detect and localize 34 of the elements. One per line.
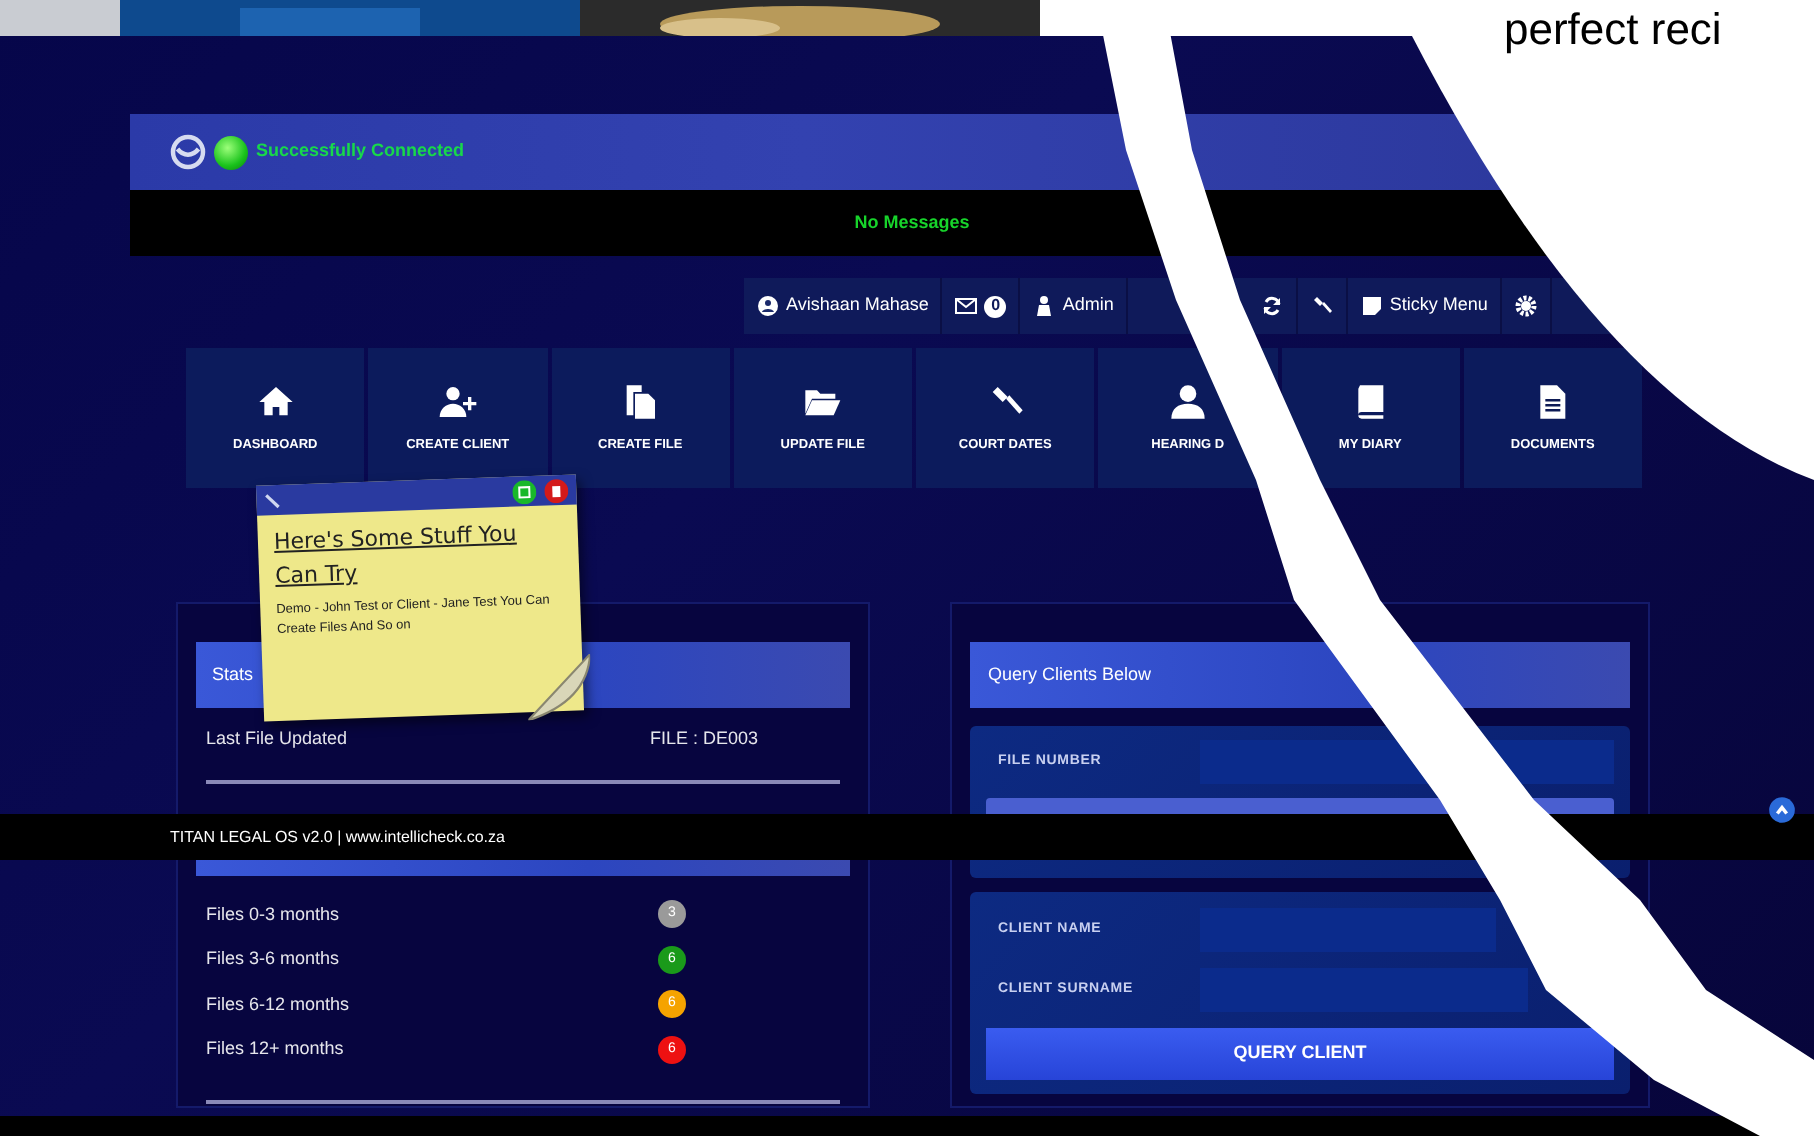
save-icon: [511, 478, 537, 504]
row-label: Files 6-12 months: [206, 991, 352, 1017]
status-text: Successfully Connected: [256, 138, 465, 165]
query-client-button[interactable]: QUERY CLIENT: [986, 1027, 1614, 1080]
caption-text: perfect reci: [1504, 4, 1722, 56]
logo-icon: [170, 134, 206, 170]
note-title: Here's Some Stuff You Can Try: [273, 518, 519, 594]
user-icon: [1167, 381, 1208, 422]
scroll-up-icon: [1768, 796, 1796, 824]
toolbar-button[interactable]: Admin: [1020, 278, 1128, 334]
row-label: Files 0-3 months: [206, 901, 342, 927]
header-text: Stats: [212, 661, 254, 688]
envelope-icon: [954, 294, 979, 318]
row-label: Last File Updated: [206, 726, 350, 753]
message-text: No Messages: [854, 209, 970, 236]
user-icon: [756, 294, 780, 318]
page-curl-icon: [526, 654, 593, 721]
note-icon: [1359, 294, 1384, 318]
input-field[interactable]: [1200, 968, 1528, 1012]
count-badge: 0: [984, 295, 1007, 317]
file-value: FILE : DE003: [650, 726, 759, 753]
input-field[interactable]: [1200, 908, 1496, 952]
toolbar-button[interactable]: Sticky Menu: [1347, 278, 1502, 334]
toolbar-button[interactable]: 0: [942, 278, 1021, 334]
settings-icon: [1513, 294, 1538, 318]
person-icon: [1032, 294, 1057, 318]
row-label: Files 3-6 months: [206, 946, 342, 972]
refresh-icon: [1259, 294, 1284, 318]
header-text: Query Clients Below: [988, 661, 1152, 688]
user-plus-icon: [437, 381, 478, 422]
delete-icon: [543, 477, 569, 503]
footer-text: TITAN LEGAL OS v2.0 | www.intellicheck.co.za: [170, 825, 505, 849]
toolbar-button[interactable]: Avishaan Mahase: [744, 278, 943, 334]
row-label: Files 12+ months: [206, 1036, 346, 1062]
